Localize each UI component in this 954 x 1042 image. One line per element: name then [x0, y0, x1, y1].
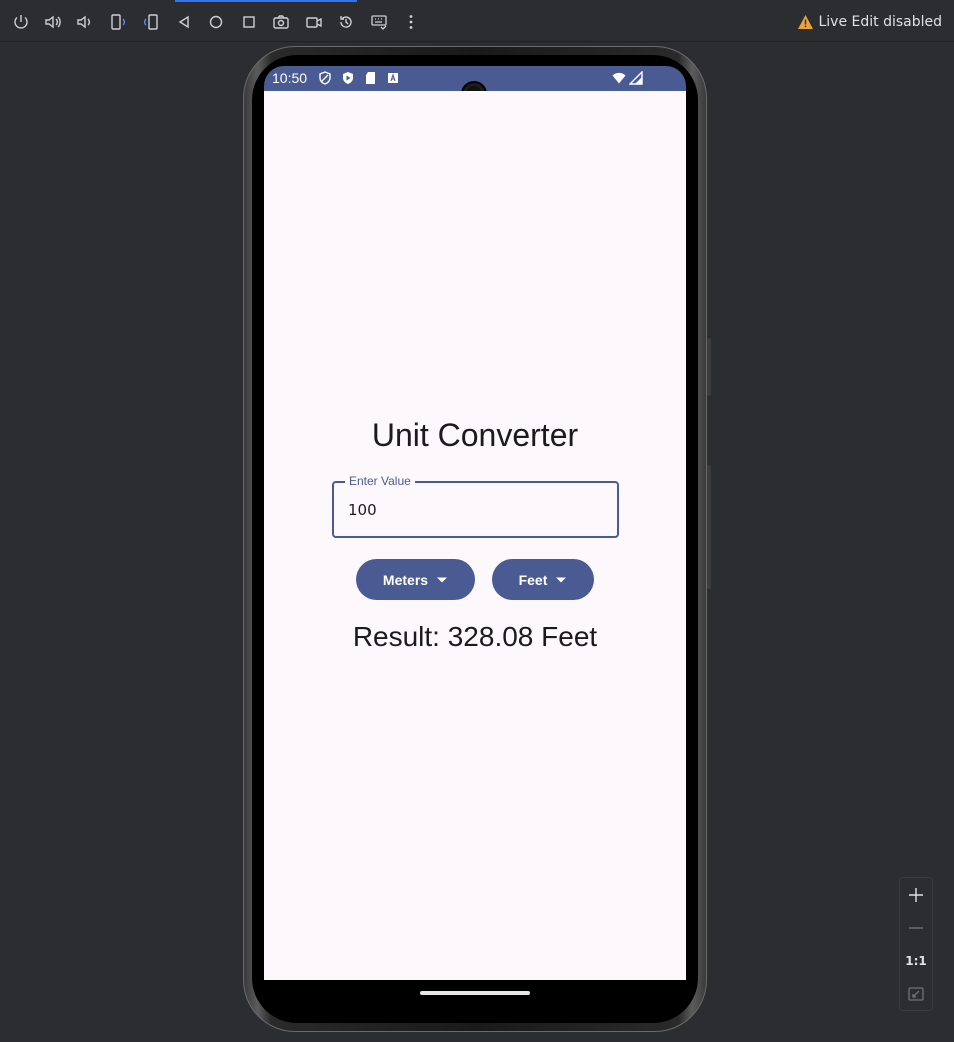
page-title: Unit Converter: [371, 417, 579, 453]
value-field-label: Enter Value: [345, 474, 415, 488]
warning-icon: [798, 15, 814, 29]
app-content: Unit Converter Enter Value Meters Feet R…: [264, 91, 686, 980]
result-text: Result: 328.08 Feet: [352, 621, 598, 652]
fit-screen-icon[interactable]: [900, 979, 932, 1009]
power-icon[interactable]: [10, 11, 32, 33]
play-protect-icon: [343, 72, 353, 84]
to-unit-label: Feet: [518, 571, 548, 588]
volume-down-icon[interactable]: [73, 11, 95, 33]
to-unit-dropdown[interactable]: Feet: [492, 559, 594, 600]
home-icon[interactable]: [205, 11, 227, 33]
dropdown-arrow-icon: [437, 577, 448, 582]
live-edit-status[interactable]: Live Edit disabled: [797, 12, 942, 32]
value-input[interactable]: [348, 500, 598, 520]
more-icon[interactable]: [400, 11, 422, 33]
keyboard-icon[interactable]: [368, 11, 390, 33]
shield-icon: [319, 71, 331, 85]
from-unit-label: Meters: [382, 571, 429, 588]
keyboard-a-icon: [388, 73, 398, 83]
overview-icon[interactable]: [238, 11, 260, 33]
zoom-in-icon[interactable]: [900, 880, 932, 910]
value-field[interactable]: Enter Value: [332, 474, 619, 538]
reset-icon[interactable]: [335, 11, 357, 33]
volume-up-icon[interactable]: [42, 11, 64, 33]
dropdown-arrow-icon: [556, 577, 567, 582]
sd-card-icon: [366, 72, 375, 84]
from-unit-dropdown[interactable]: Meters: [356, 559, 475, 600]
screenshot-icon[interactable]: [270, 11, 292, 33]
volume-side-button: [707, 465, 711, 589]
active-tab-indicator: [175, 0, 357, 2]
zoom-controls: 1:1: [899, 877, 933, 1011]
back-icon[interactable]: [173, 11, 195, 33]
status-time: 10:50: [272, 70, 308, 86]
rotate-right-icon[interactable]: [140, 11, 162, 33]
device-screen: 10:50 Unit Converter Enter Value Meters …: [264, 66, 686, 1005]
emulator-toolbar: Live Edit disabled: [0, 0, 954, 42]
wifi-icon: [612, 72, 626, 84]
home-indicator[interactable]: [420, 991, 530, 995]
rotate-left-icon[interactable]: [107, 11, 129, 33]
gesture-nav-bar: [264, 980, 686, 1005]
live-edit-label: Live Edit disabled: [818, 14, 942, 30]
actual-size-button[interactable]: 1:1: [900, 946, 932, 976]
zoom-out-icon[interactable]: [900, 913, 932, 943]
screen-record-icon[interactable]: [303, 11, 325, 33]
signal-icon: [629, 71, 643, 85]
power-side-button: [707, 338, 711, 396]
